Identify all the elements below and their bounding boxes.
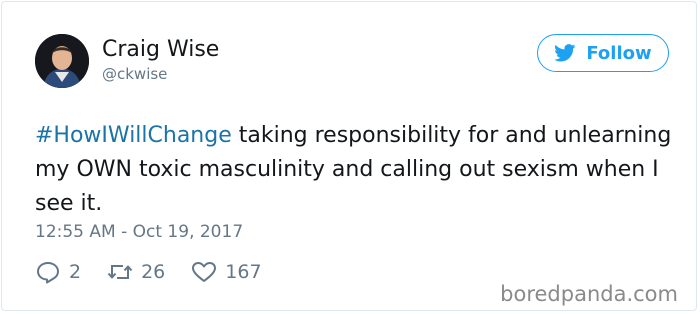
tweet-card: Craig Wise @ckwise Follow #HowIWillChang… — [1, 1, 697, 311]
user-handle[interactable]: @ckwise — [102, 65, 167, 83]
action-bar: 2 26 167 — [35, 260, 288, 284]
retweet-button[interactable]: 26 — [107, 260, 165, 284]
timestamp[interactable]: 12:55 AM - Oct 19, 2017 — [35, 222, 243, 242]
avatar-image — [35, 34, 89, 88]
like-button[interactable]: 167 — [191, 260, 262, 284]
follow-button[interactable]: Follow — [537, 34, 669, 72]
reply-button[interactable]: 2 — [35, 260, 81, 284]
retweet-count: 26 — [141, 261, 166, 283]
retweet-icon — [107, 265, 133, 279]
avatar[interactable] — [35, 34, 89, 88]
reply-icon — [37, 262, 59, 284]
tweet-text: #HowIWillChange taking responsibility fo… — [35, 119, 675, 221]
user-name[interactable]: Craig Wise — [102, 37, 219, 62]
reply-count: 2 — [69, 261, 82, 283]
heart-icon — [192, 262, 217, 282]
twitter-bird-icon — [554, 44, 576, 62]
follow-label: Follow — [586, 42, 652, 64]
hashtag-link[interactable]: #HowIWillChange — [35, 123, 232, 148]
like-count: 167 — [225, 261, 262, 283]
watermark: boredpanda.com — [500, 282, 678, 306]
